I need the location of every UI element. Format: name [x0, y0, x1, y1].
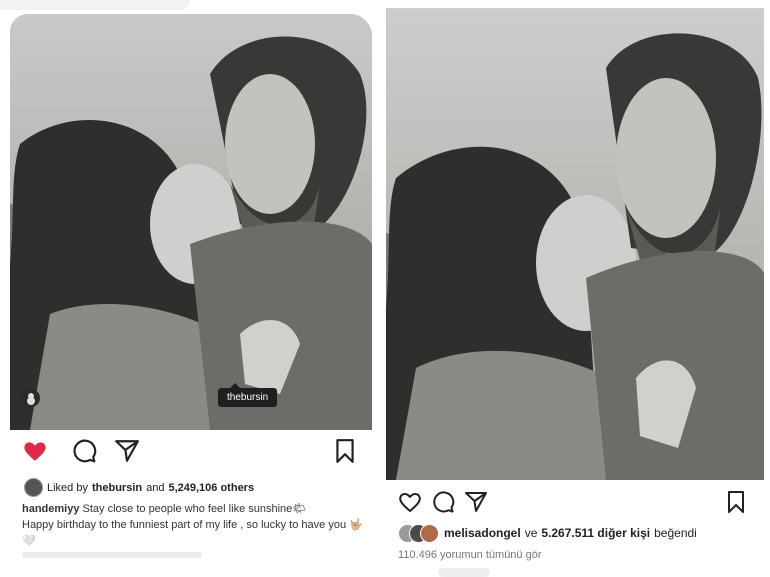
right-post: melisadongel ve 5.267.511 diğer kişi beğ…: [384, 0, 770, 577]
action-bar: [398, 490, 748, 520]
comment-icon[interactable]: [431, 490, 455, 514]
avatar: [420, 524, 439, 543]
top-bar-fragment: [0, 0, 190, 10]
cropped-text-fragment: [22, 552, 202, 558]
heart-filled-icon[interactable]: [22, 438, 48, 464]
bookmark-icon[interactable]: [724, 490, 748, 514]
bookmark-icon[interactable]: [332, 438, 358, 464]
post-photo[interactable]: [10, 14, 372, 430]
tagged-users-icon[interactable]: [22, 389, 40, 407]
liked-by-user-link[interactable]: melisadongel: [444, 526, 521, 540]
liked-by-and: and: [146, 481, 165, 494]
liked-by-suffix: beğendi: [654, 526, 697, 540]
liked-by-conj: ve: [524, 526, 538, 540]
comment-icon[interactable]: [71, 438, 97, 464]
action-bar: [22, 438, 358, 468]
likes-count-link[interactable]: 5,249,106 others: [168, 482, 254, 494]
caption-user-link[interactable]: handemiyy: [22, 503, 79, 515]
post-photo[interactable]: [386, 8, 764, 480]
share-icon[interactable]: [114, 438, 140, 464]
caption: handemiyy Stay close to people who feel …: [22, 501, 367, 549]
avatar-stack[interactable]: [398, 524, 440, 543]
caption-line-1: Stay close to people who feel like sunsh…: [82, 503, 307, 515]
couple-photo: [10, 14, 372, 430]
liked-by-user-link[interactable]: thebursin: [92, 482, 142, 494]
view-all-comments-link[interactable]: 110.496 yorumun tümünü gör: [398, 549, 542, 561]
likes-count-link[interactable]: 5.267.511 diğer kişi: [541, 526, 650, 540]
caption-line-2: Happy birthday to the funniest part of m…: [22, 519, 363, 547]
liked-by-prefix: Liked by: [47, 481, 88, 494]
heart-outline-icon[interactable]: [398, 490, 422, 514]
liked-by-row: Liked by thebursin and 5,249,106 others: [24, 478, 254, 497]
couple-photo: [386, 8, 764, 480]
cropped-text-fragment: [438, 568, 490, 577]
liked-by-row: melisadongel ve 5.267.511 diğer kişi beğ…: [398, 524, 697, 543]
left-post: thebursin Liked by thebursin and 5,249,1…: [0, 0, 384, 577]
user-tag[interactable]: thebursin: [218, 383, 278, 407]
avatar[interactable]: [24, 478, 43, 497]
share-icon[interactable]: [464, 490, 488, 514]
